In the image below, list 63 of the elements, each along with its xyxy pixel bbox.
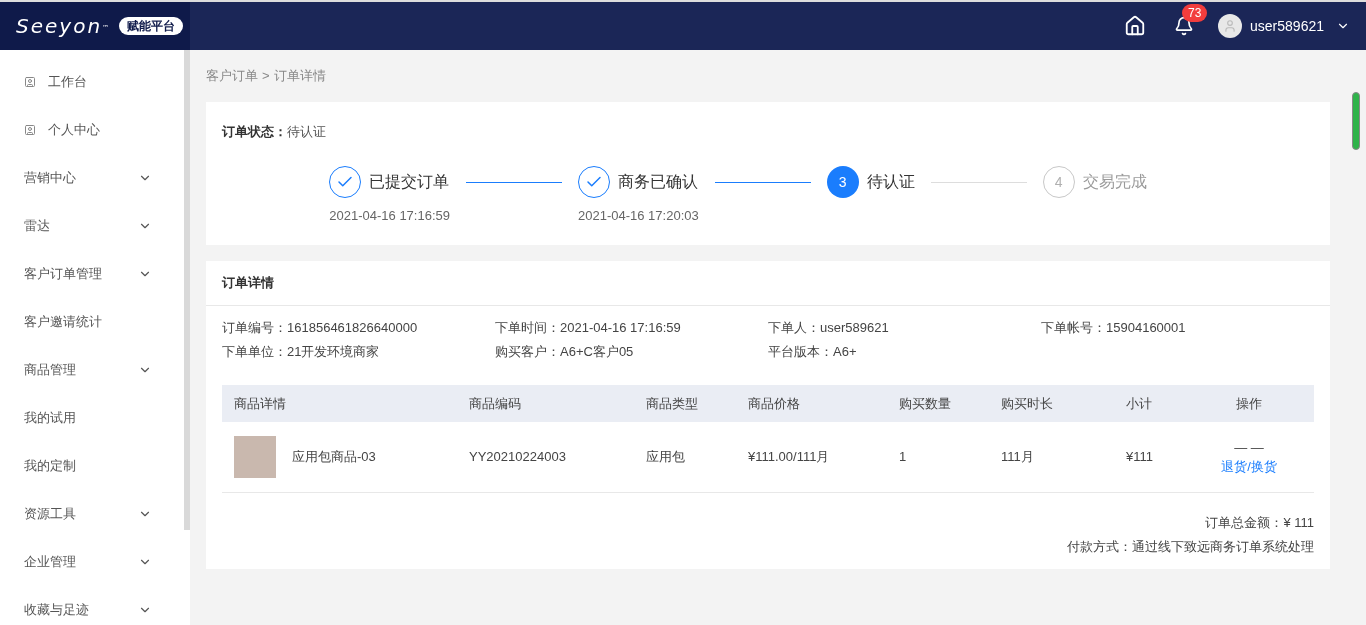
table-cell-text: 应用包商品-03 xyxy=(292,448,376,467)
info-field: 购买客户：A6+C客户05 xyxy=(495,341,768,361)
sidebar-item[interactable]: 企业管理 xyxy=(0,538,184,586)
home-icon[interactable] xyxy=(1124,15,1147,37)
breadcrumb-current: 订单详情 xyxy=(273,67,326,86)
sidebar-item[interactable]: 客户邀请统计 xyxy=(0,298,184,346)
info-field: 订单编号：161856461826640000 xyxy=(222,318,495,338)
sidebar-item[interactable]: 工作台 xyxy=(0,58,184,106)
status-label: 订单状态： xyxy=(222,123,287,141)
return-exchange-link[interactable]: 退货/换货 xyxy=(1221,457,1277,477)
user-name[interactable]: user589621 xyxy=(1250,16,1324,36)
column-header: 操作 xyxy=(1235,394,1263,413)
profile-icon xyxy=(24,76,36,88)
breadcrumb-separator: > xyxy=(262,67,270,86)
card-title: 订单详情 xyxy=(222,274,274,293)
step-time: 2021-04-16 17:20:03 xyxy=(578,206,699,225)
logo[interactable]: Seeyon$^{™}$ xyxy=(16,12,112,40)
info-field: 平台版本：A6+ xyxy=(768,341,1041,361)
table-cell-text: 111月 xyxy=(1001,448,1035,467)
column-header: 小计 xyxy=(1126,394,1153,413)
sidebar-item[interactable]: 客户订单管理 xyxy=(0,250,184,298)
sidebar-item[interactable]: 雷达 xyxy=(0,202,184,250)
sidebar-item[interactable]: 营销中心 xyxy=(0,154,184,202)
step-label: 交易完成 xyxy=(1082,171,1147,192)
column-header: 购买数量 xyxy=(899,394,952,413)
step-number: 3 xyxy=(838,172,847,192)
table-cell-text: 应用包 xyxy=(646,448,686,467)
status-value: 待认证 xyxy=(287,123,326,141)
table-cell-text: ¥111.00/111月 xyxy=(748,448,831,467)
info-field: 下单帐号：15904160001 xyxy=(1041,318,1314,338)
sidebar-item[interactable]: 个人中心 xyxy=(0,106,184,154)
column-header: 商品详情 xyxy=(233,394,287,413)
sidebar-item[interactable]: 收藏与足迹 xyxy=(0,586,184,625)
column-header: 商品类型 xyxy=(646,394,699,413)
table-cell-text: — — xyxy=(1234,438,1264,457)
step-label: 商务已确认 xyxy=(618,171,698,192)
photo-placeholder xyxy=(234,436,276,478)
info-field: 下单单位：21开发环境商家 xyxy=(222,341,495,361)
scrollbar[interactable] xyxy=(1352,92,1360,150)
profile-icon xyxy=(24,124,36,136)
payment-method: 付款方式：通过线下致远商务订单系统处理 xyxy=(1067,537,1314,556)
step-number: 4 xyxy=(1054,172,1063,192)
scrollbar[interactable] xyxy=(184,50,190,530)
notification-icon[interactable] xyxy=(1174,16,1195,36)
column-header: 商品价格 xyxy=(748,394,801,413)
table-cell-text: ¥111 xyxy=(1126,448,1154,467)
sidebar-item[interactable]: 商品管理 xyxy=(0,346,184,394)
column-header: 购买时长 xyxy=(1001,394,1054,413)
sidebar-item[interactable]: 资源工具 xyxy=(0,490,184,538)
column-header: 商品编码 xyxy=(469,394,522,413)
notification-badge: 73 xyxy=(1182,4,1208,22)
table-cell-text: YY20210224003 xyxy=(469,448,567,467)
table-cell-text: 1 xyxy=(899,448,908,467)
info-field: 下单时间：2021-04-16 17:16:59 xyxy=(495,318,768,338)
step-time: 2021-04-16 17:16:59 xyxy=(329,206,450,225)
info-field: 下单人：user589621 xyxy=(768,318,1041,338)
sidebar-item[interactable]: 我的定制 xyxy=(0,442,184,490)
avatar[interactable] xyxy=(1218,14,1243,38)
step-label: 已提交订单 xyxy=(369,171,450,192)
platform-badge: 赋能平台 xyxy=(119,17,184,35)
sidebar-item[interactable]: 我的试用 xyxy=(0,394,184,442)
order-total: 订单总金额：¥ 111 xyxy=(1205,514,1314,532)
step-label: 待认证 xyxy=(866,171,915,192)
